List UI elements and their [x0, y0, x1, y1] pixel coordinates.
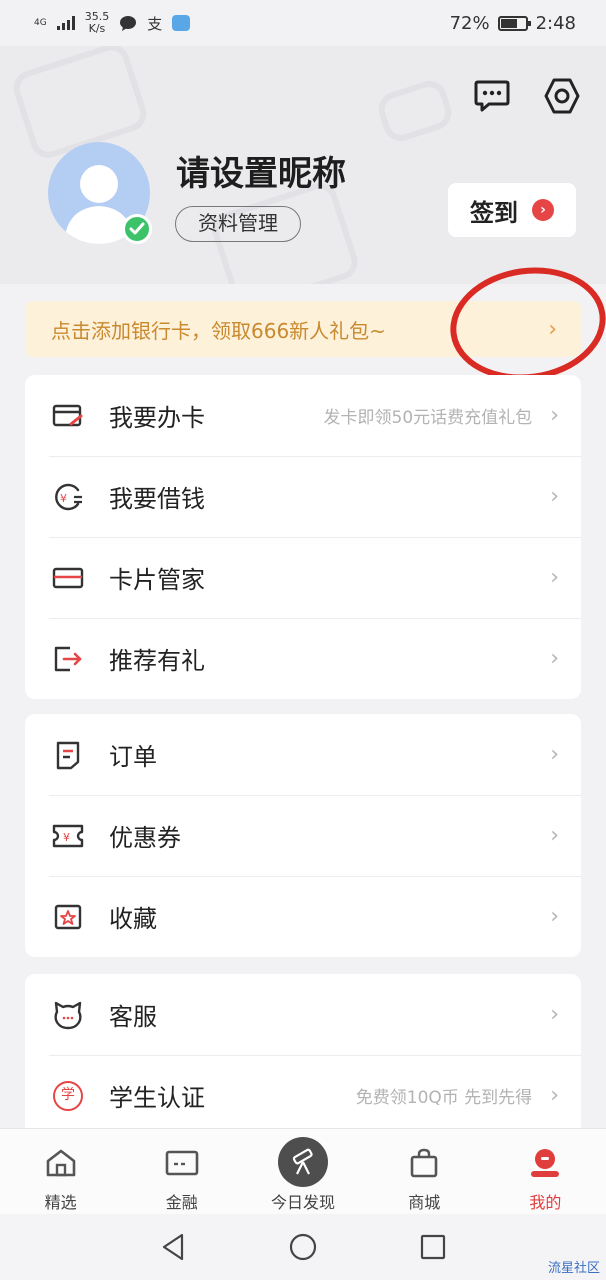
tab-finance[interactable]: 金融 — [121, 1129, 242, 1214]
chevron-right-icon: › — [550, 1083, 559, 1108]
chevron-right-icon: › — [550, 823, 559, 848]
watermark: 流星社区 — [547, 1261, 600, 1276]
menu-item-label: 订单 — [109, 743, 157, 771]
battery-icon — [497, 15, 531, 31]
tab-label: 今日发现 — [271, 1193, 336, 1212]
tab-label: 商城 — [408, 1193, 441, 1212]
menu-item-label: 我要办卡 — [109, 404, 205, 432]
chat-bubble-icon — [474, 80, 510, 112]
chevron-right-icon: › — [550, 484, 559, 509]
tab-mine[interactable]: 我的 — [485, 1129, 606, 1214]
customer-service-icon — [51, 998, 85, 1032]
coupon-symbol: ¥ — [63, 831, 70, 844]
menu-item-borrow-money[interactable]: ¥ 我要借钱 › — [25, 456, 581, 537]
menu-item-favorites[interactable]: 收藏 › — [25, 876, 581, 957]
background-decoration — [373, 76, 457, 146]
card-apply-icon — [51, 399, 85, 433]
tab-featured[interactable]: 精选 — [0, 1129, 121, 1214]
tab-label: 我的 — [529, 1193, 562, 1212]
order-icon — [51, 738, 85, 772]
tab-discover[interactable]: 今日发现 — [242, 1129, 363, 1214]
battery-fill — [500, 18, 518, 28]
nickname[interactable]: 请设置昵称 — [176, 146, 346, 195]
profile-management-button[interactable]: 资料管理 — [175, 206, 301, 242]
battery-percent: 72% — [449, 12, 490, 34]
status-bar: 4G 35.5 K/s 支 72% 2:48 — [0, 0, 606, 46]
loan-icon: ¥ — [51, 480, 85, 514]
menu-item-orders[interactable]: 订单 › — [25, 714, 581, 795]
chevron-right-icon: › — [550, 646, 559, 671]
settings-button[interactable] — [542, 76, 582, 116]
tab-label: 精选 — [44, 1193, 77, 1212]
student-icon: 学 — [51, 1079, 85, 1113]
header-actions — [472, 76, 582, 116]
svg-text:¥: ¥ — [60, 492, 67, 505]
menu-item-label: 我要借钱 — [109, 485, 205, 513]
home-icon — [41, 1143, 81, 1183]
verified-badge — [122, 214, 152, 244]
menu-item-hint: 发卡即领50元话费充值礼包 — [323, 408, 533, 428]
back-icon[interactable] — [160, 1232, 186, 1262]
menu-item-coupons[interactable]: ¥ 优惠券 › — [25, 795, 581, 876]
checkin-button[interactable]: 签到 › — [448, 183, 576, 237]
alipay-notification-icon: 支 — [147, 14, 163, 33]
chevron-right-icon: › — [550, 403, 559, 428]
coupon-icon: ¥ — [51, 819, 85, 853]
banner-text: 点击添加银行卡，领取666新人礼包~ — [51, 318, 386, 343]
checkin-arrow-icon: › — [532, 199, 554, 221]
avatar[interactable] — [48, 142, 152, 244]
favorite-icon — [51, 900, 85, 934]
wallet-card-icon — [162, 1143, 202, 1183]
menu-item-apply-card[interactable]: 我要办卡 发卡即领50元话费充值礼包 › — [25, 375, 581, 456]
support-card: 客服 › 学 学生认证 免费领10Q币 先到先得 › — [25, 974, 581, 1134]
signal-icon — [56, 16, 75, 30]
orders-card: 订单 › ¥ 优惠券 › 收藏 › — [25, 714, 581, 957]
shopping-bag-icon — [404, 1143, 444, 1183]
status-right: 72% 2:48 — [450, 13, 576, 34]
clock: 2:48 — [535, 12, 576, 34]
menu-item-customer-service[interactable]: 客服 › — [25, 974, 581, 1055]
menu-item-student-verification[interactable]: 学 学生认证 免费领10Q币 先到先得 › — [25, 1055, 581, 1134]
network-speed: 35.5 K/s — [85, 11, 110, 35]
network-type: 4G — [34, 18, 47, 28]
chevron-right-icon: › — [550, 565, 559, 590]
telescope-icon — [278, 1137, 328, 1187]
tab-label: 金融 — [165, 1193, 198, 1212]
menu-item-label: 推荐有礼 — [109, 647, 205, 675]
menu-item-label: 优惠券 — [109, 824, 181, 852]
card-manager-icon — [51, 561, 85, 595]
message-button[interactable] — [472, 76, 512, 116]
tab-mall[interactable]: 商城 — [364, 1129, 485, 1214]
menu-item-label: 学生认证 — [109, 1084, 205, 1112]
system-navigation-bar — [0, 1214, 606, 1280]
chevron-right-icon: › — [550, 904, 559, 929]
chevron-right-icon: › — [550, 1002, 559, 1027]
menu-item-label: 卡片管家 — [109, 566, 205, 594]
hexagon-gear-icon — [544, 78, 580, 114]
network-speed-unit: K/s — [88, 22, 106, 35]
profile-header: 请设置昵称 资料管理 签到 › — [0, 46, 606, 284]
bottom-tab-bar: 精选 金融 今日发现 商城 我的 — [0, 1128, 606, 1214]
menu-item-label: 收藏 — [109, 905, 157, 933]
status-left: 4G 35.5 K/s 支 — [34, 11, 191, 35]
menu-item-hint: 免费领10Q币 先到先得 — [355, 1088, 533, 1108]
app-notification-icon — [172, 15, 191, 31]
services-card: 我要办卡 发卡即领50元话费充值礼包 › ¥ 我要借钱 › 卡片管家 › 推荐有… — [25, 375, 581, 699]
menu-item-label: 客服 — [109, 1003, 157, 1031]
menu-item-referral-reward[interactable]: 推荐有礼 › — [25, 618, 581, 699]
profile-icon — [525, 1143, 565, 1183]
chevron-right-icon: › — [550, 742, 559, 767]
checkin-label: 签到 — [470, 198, 518, 227]
home-circle-icon[interactable] — [288, 1232, 318, 1262]
menu-item-card-manager[interactable]: 卡片管家 › — [25, 537, 581, 618]
student-icon-badge: 学 — [53, 1080, 83, 1111]
recent-apps-icon[interactable] — [420, 1234, 446, 1260]
check-icon — [129, 222, 145, 235]
chat-notification-icon — [120, 15, 137, 31]
share-exit-icon — [51, 642, 85, 676]
